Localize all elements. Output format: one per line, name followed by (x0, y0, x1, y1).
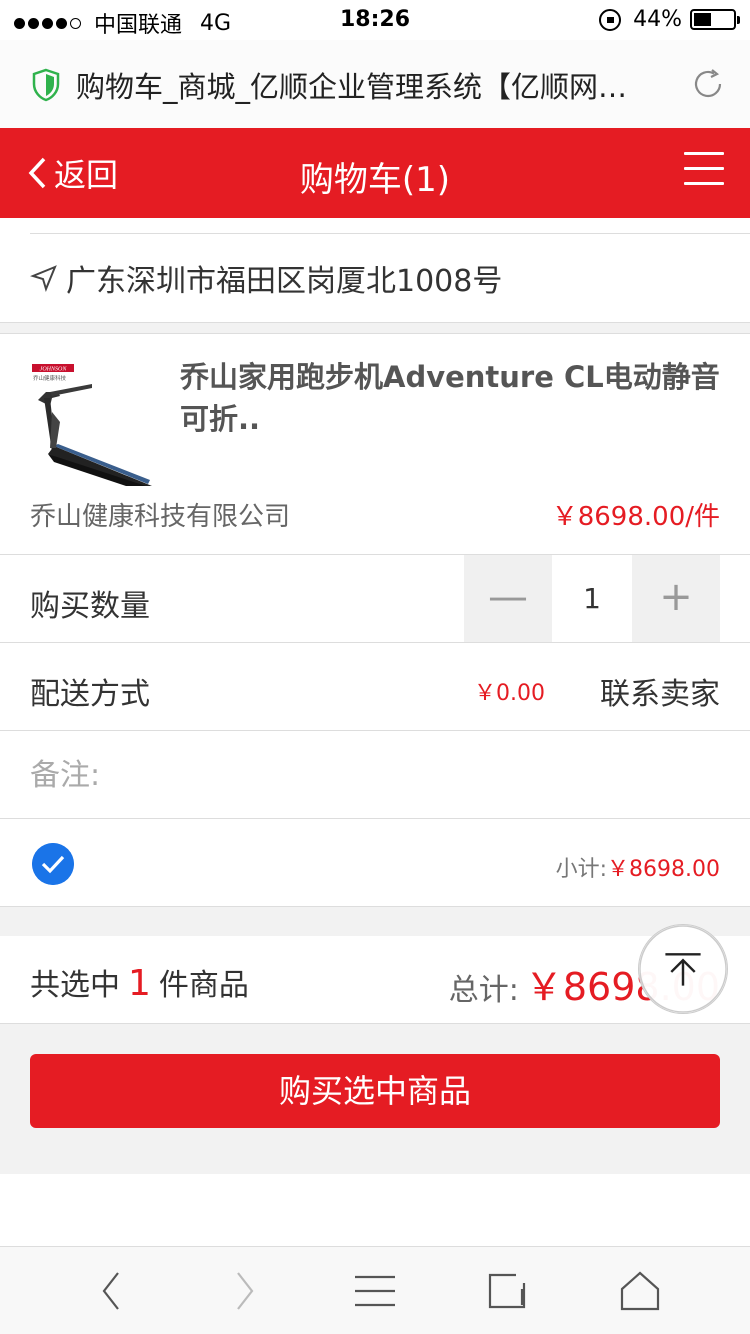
product-image[interactable]: JOHNSON 乔山健康科技 (30, 362, 154, 486)
scroll-top-button[interactable] (638, 924, 728, 1014)
unit-price: ￥8698.00/件 (551, 502, 720, 532)
orientation-lock-icon (599, 8, 622, 31)
buy-selected-button[interactable]: 购买选中商品 (30, 1054, 720, 1128)
section-gap (0, 906, 750, 936)
battery-percent: 44% (633, 7, 682, 32)
page-url-title[interactable]: 购物车_商城_亿顺企业管理系统【亿顺网… (76, 64, 676, 106)
seller-name: 乔山健康科技有限公司 (30, 502, 291, 532)
delivery-address[interactable]: 广东深圳市福田区岗厦北1008号 (0, 234, 750, 322)
buy-area: 购买选中商品 (0, 1024, 750, 1174)
status-right: 44% (599, 7, 740, 32)
browser-tabs-icon[interactable] (486, 1269, 530, 1313)
shipping-price: ￥0.00 (474, 681, 545, 706)
order-summary: 共选中 1 件商品 总计: ￥8698.00 (0, 936, 750, 1024)
page-header: 返回 购物车(1) (0, 128, 750, 218)
shipping-label: 配送方式 (30, 677, 150, 712)
browser-menu-icon[interactable] (353, 1269, 397, 1313)
check-icon[interactable] (32, 843, 74, 885)
selected-prefix: 共选中 (30, 968, 120, 1003)
battery-icon (690, 9, 740, 30)
subtotal: 小计:￥8698.00 (556, 851, 720, 883)
browser-back-icon[interactable] (90, 1269, 134, 1313)
address-text: 广东深圳市福田区岗厦北1008号 (66, 264, 503, 299)
shield-icon (32, 68, 60, 102)
contact-seller-button[interactable]: 联系卖家 (600, 669, 720, 713)
remark-row (0, 730, 750, 818)
quantity-value[interactable]: 1 (552, 555, 632, 642)
shipping-row: 配送方式 ￥0.00 联系卖家 (0, 642, 750, 730)
reload-icon[interactable] (690, 66, 726, 102)
selected-count-value: 1 (128, 963, 151, 1004)
status-bar: 中国联通 4G 18:26 44% (0, 0, 750, 40)
subtotal-amount: ￥8698.00 (607, 857, 720, 882)
menu-icon[interactable] (684, 152, 724, 188)
quantity-label: 购买数量 (30, 589, 150, 624)
subtotal-label: 小计: (555, 857, 608, 882)
browser-home-icon[interactable] (618, 1269, 662, 1313)
browser-url-bar[interactable]: 购物车_商城_亿顺企业管理系统【亿顺网… (0, 40, 750, 128)
browser-toolbar (0, 1246, 750, 1334)
selected-suffix: 件商品 (158, 968, 249, 1003)
total-label: 总计: (448, 973, 519, 1008)
quantity-row: 购买数量 — 1 + (0, 554, 750, 642)
page-title: 购物车(1) (299, 160, 451, 200)
product-name[interactable]: 乔山家用跑步机Adventure CL电动静音可折.. (180, 356, 725, 440)
quantity-increment-button[interactable]: + (632, 555, 720, 642)
remark-input[interactable] (30, 749, 720, 801)
brand-sub: 乔山健康科技 (33, 374, 67, 382)
brand-logo: JOHNSON (40, 367, 68, 373)
subtotal-row: 小计:￥8698.00 (0, 818, 750, 906)
section-gap (0, 322, 750, 334)
browser-forward-icon[interactable] (222, 1269, 266, 1313)
cart-product: JOHNSON 乔山健康科技 乔山家用跑步机Adventure CL电动静音可折… (0, 334, 750, 554)
quantity-decrement-button[interactable]: — (464, 555, 552, 642)
selected-count: 共选中 1 件商品 (30, 960, 249, 1004)
location-arrow-icon (30, 265, 57, 292)
